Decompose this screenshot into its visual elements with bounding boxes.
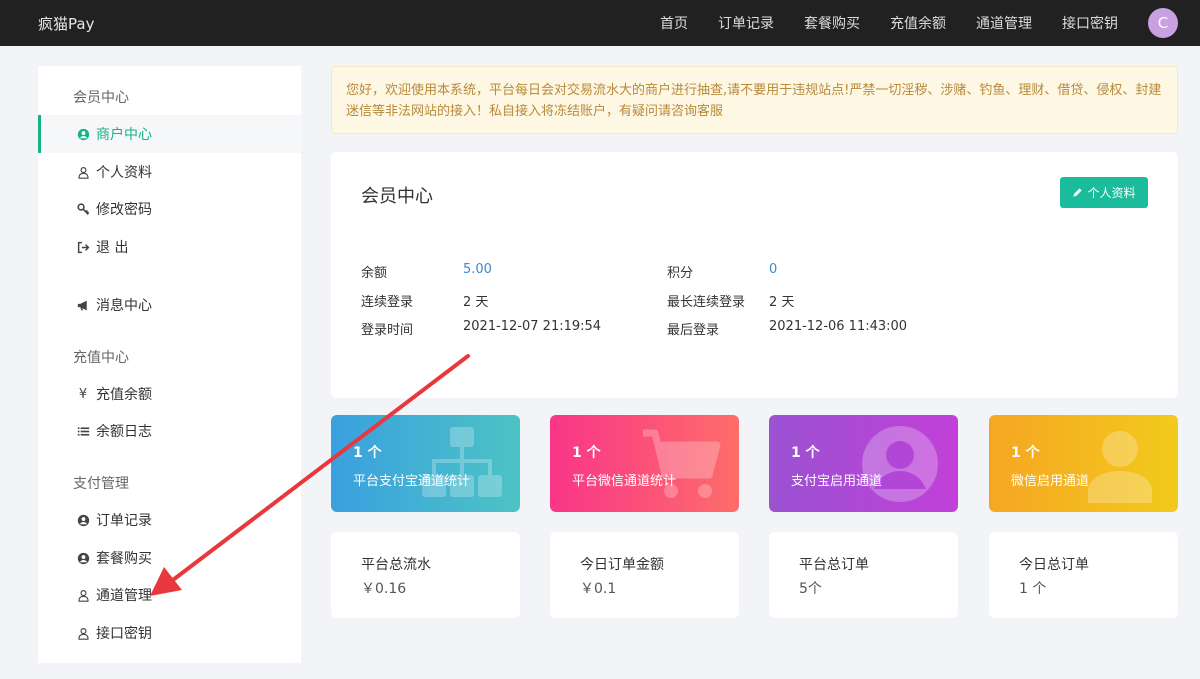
nav-packages[interactable]: 套餐购买: [804, 13, 860, 33]
sidebar-item-label: 个人资料: [96, 165, 152, 181]
sidebar-section-payment: 支付管理: [73, 476, 129, 492]
sign-out-icon: [76, 240, 90, 254]
user-outline-icon: [76, 626, 90, 640]
streak-value: 2 天: [463, 295, 489, 310]
last-login-label: 最后登录: [667, 323, 720, 338]
user-circle-icon: [76, 551, 90, 565]
points-label: 积分: [667, 266, 694, 281]
points-value: 0: [769, 262, 778, 277]
tile-count: 1 个: [1011, 445, 1040, 461]
summary-today-amount: 今日订单金额 ￥0.1: [550, 532, 739, 618]
tile-alipay-enabled[interactable]: 1 个 支付宝启用通道: [769, 415, 958, 512]
sidebar-item-label: 退 出: [96, 240, 129, 256]
card-title: 会员中心: [361, 186, 433, 207]
summary-today-orders: 今日总订单 1 个: [989, 532, 1178, 618]
sitemap-icon: [422, 427, 502, 497]
tile-label: 支付宝启用通道: [791, 474, 883, 489]
key-icon: [76, 202, 90, 216]
user-circle-icon: [862, 426, 938, 502]
summary-value: 1 个: [1019, 581, 1047, 597]
tile-label: 微信启用通道: [1011, 474, 1090, 489]
user-circle-icon: [76, 127, 90, 141]
tile-count: 1 个: [353, 445, 382, 461]
sidebar-item-label: 套餐购买: [96, 551, 152, 567]
tile-wechat-enabled[interactable]: 1 个 微信启用通道: [989, 415, 1178, 512]
summary-title: 平台总流水: [361, 557, 431, 573]
nav-recharge[interactable]: 充值余额: [890, 13, 946, 33]
sidebar-item-messages[interactable]: 消息中心: [38, 286, 301, 324]
summary-title: 今日总订单: [1019, 557, 1089, 573]
login-time-label: 登录时间: [361, 323, 414, 338]
summary-total-orders: 平台总订单 5个: [769, 532, 958, 618]
sidebar-item-orders[interactable]: 订单记录: [38, 501, 301, 539]
sidebar-section-member: 会员中心: [73, 90, 129, 106]
sidebar-item-label: 充值余额: [96, 387, 152, 403]
sidebar-item-profile[interactable]: 个人资料: [38, 153, 301, 191]
top-nav: 首页 订单记录 套餐购买 充值余额 通道管理 接口密钥 C: [660, 0, 1200, 46]
sidebar-item-balance-log[interactable]: 余额日志: [38, 412, 301, 450]
yen-icon: ¥: [78, 386, 88, 402]
summary-value: 5个: [799, 581, 822, 597]
profile-button[interactable]: 个人资料: [1060, 177, 1148, 208]
summary-value: ￥0.1: [580, 581, 617, 597]
sidebar-item-logout[interactable]: 退 出: [38, 228, 301, 266]
sidebar-section-recharge: 充值中心: [73, 350, 129, 366]
nav-orders[interactable]: 订单记录: [718, 13, 774, 33]
sidebar-item-label: 订单记录: [96, 513, 152, 529]
summary-title: 今日订单金额: [580, 557, 664, 573]
login-time-value: 2021-12-07 21:19:54: [463, 319, 602, 334]
notice-banner: 您好，欢迎使用本系统，平台每日会对交易流水大的商户进行抽查,请不要用于违规站点!…: [331, 66, 1178, 134]
sidebar-item-packages[interactable]: 套餐购买: [38, 539, 301, 577]
balance-label: 余额: [361, 266, 388, 281]
last-login-value: 2021-12-06 11:43:00: [769, 319, 908, 334]
sidebar-item-label: 消息中心: [96, 298, 152, 314]
sidebar-item-label: 商户中心: [96, 127, 152, 143]
shopping-cart-icon: [643, 429, 721, 498]
tile-label: 平台支付宝通道统计: [353, 474, 471, 489]
sidebar-item-label: 修改密码: [96, 202, 152, 218]
balance-value: 5.00: [463, 262, 492, 277]
user-circle-icon: [76, 513, 90, 527]
sidebar-item-merchant[interactable]: 商户中心: [38, 115, 301, 153]
tile-count: 1 个: [791, 445, 820, 461]
tile-count: 1 个: [572, 445, 601, 461]
user-outline-icon: [76, 588, 90, 602]
sidebar-item-recharge-balance[interactable]: ¥ 充值余额: [38, 375, 301, 413]
top-navbar: 疯猫Pay 首页 订单记录 套餐购买 充值余额 通道管理 接口密钥 C: [0, 0, 1200, 46]
pencil-icon: [1073, 188, 1083, 197]
longest-streak-value: 2 天: [769, 295, 795, 310]
summary-value: ￥0.16: [361, 581, 407, 597]
longest-streak-label: 最长连续登录: [667, 295, 746, 310]
profile-button-label: 个人资料: [1087, 186, 1136, 200]
nav-channels[interactable]: 通道管理: [976, 13, 1032, 33]
summary-title: 平台总订单: [799, 557, 869, 573]
sidebar-item-password[interactable]: 修改密码: [38, 190, 301, 228]
nav-api-key[interactable]: 接口密钥: [1062, 13, 1118, 33]
brand-logo[interactable]: 疯猫Pay: [38, 13, 94, 34]
bullhorn-icon: [76, 298, 90, 312]
list-icon: [76, 424, 90, 438]
nav-home[interactable]: 首页: [660, 13, 688, 33]
sidebar-item-channels[interactable]: 通道管理: [38, 576, 301, 614]
user-icon: [1088, 431, 1152, 503]
streak-label: 连续登录: [361, 295, 414, 310]
user-outline-icon: [76, 165, 90, 179]
sidebar-item-label: 接口密钥: [96, 626, 152, 642]
sidebar-item-label: 通道管理: [96, 588, 152, 604]
sidebar-item-label: 余额日志: [96, 424, 152, 440]
sidebar: 会员中心 商户中心 个人资料 修改密码 退 出 消息中心 充值中心 ¥ 充值余额: [38, 66, 301, 663]
tile-wechat-channels[interactable]: 1 个 平台微信通道统计: [550, 415, 739, 512]
summary-total-flow: 平台总流水 ￥0.16: [331, 532, 520, 618]
tile-alipay-channels[interactable]: 1 个 平台支付宝通道统计: [331, 415, 520, 512]
tile-label: 平台微信通道统计: [572, 474, 677, 489]
member-card: 会员中心 个人资料 余额 5.00 积分 0 连续登录 2 天 最长连续登录 2…: [331, 152, 1178, 398]
sidebar-item-api-key[interactable]: 接口密钥: [38, 614, 301, 652]
user-avatar[interactable]: C: [1148, 8, 1178, 38]
